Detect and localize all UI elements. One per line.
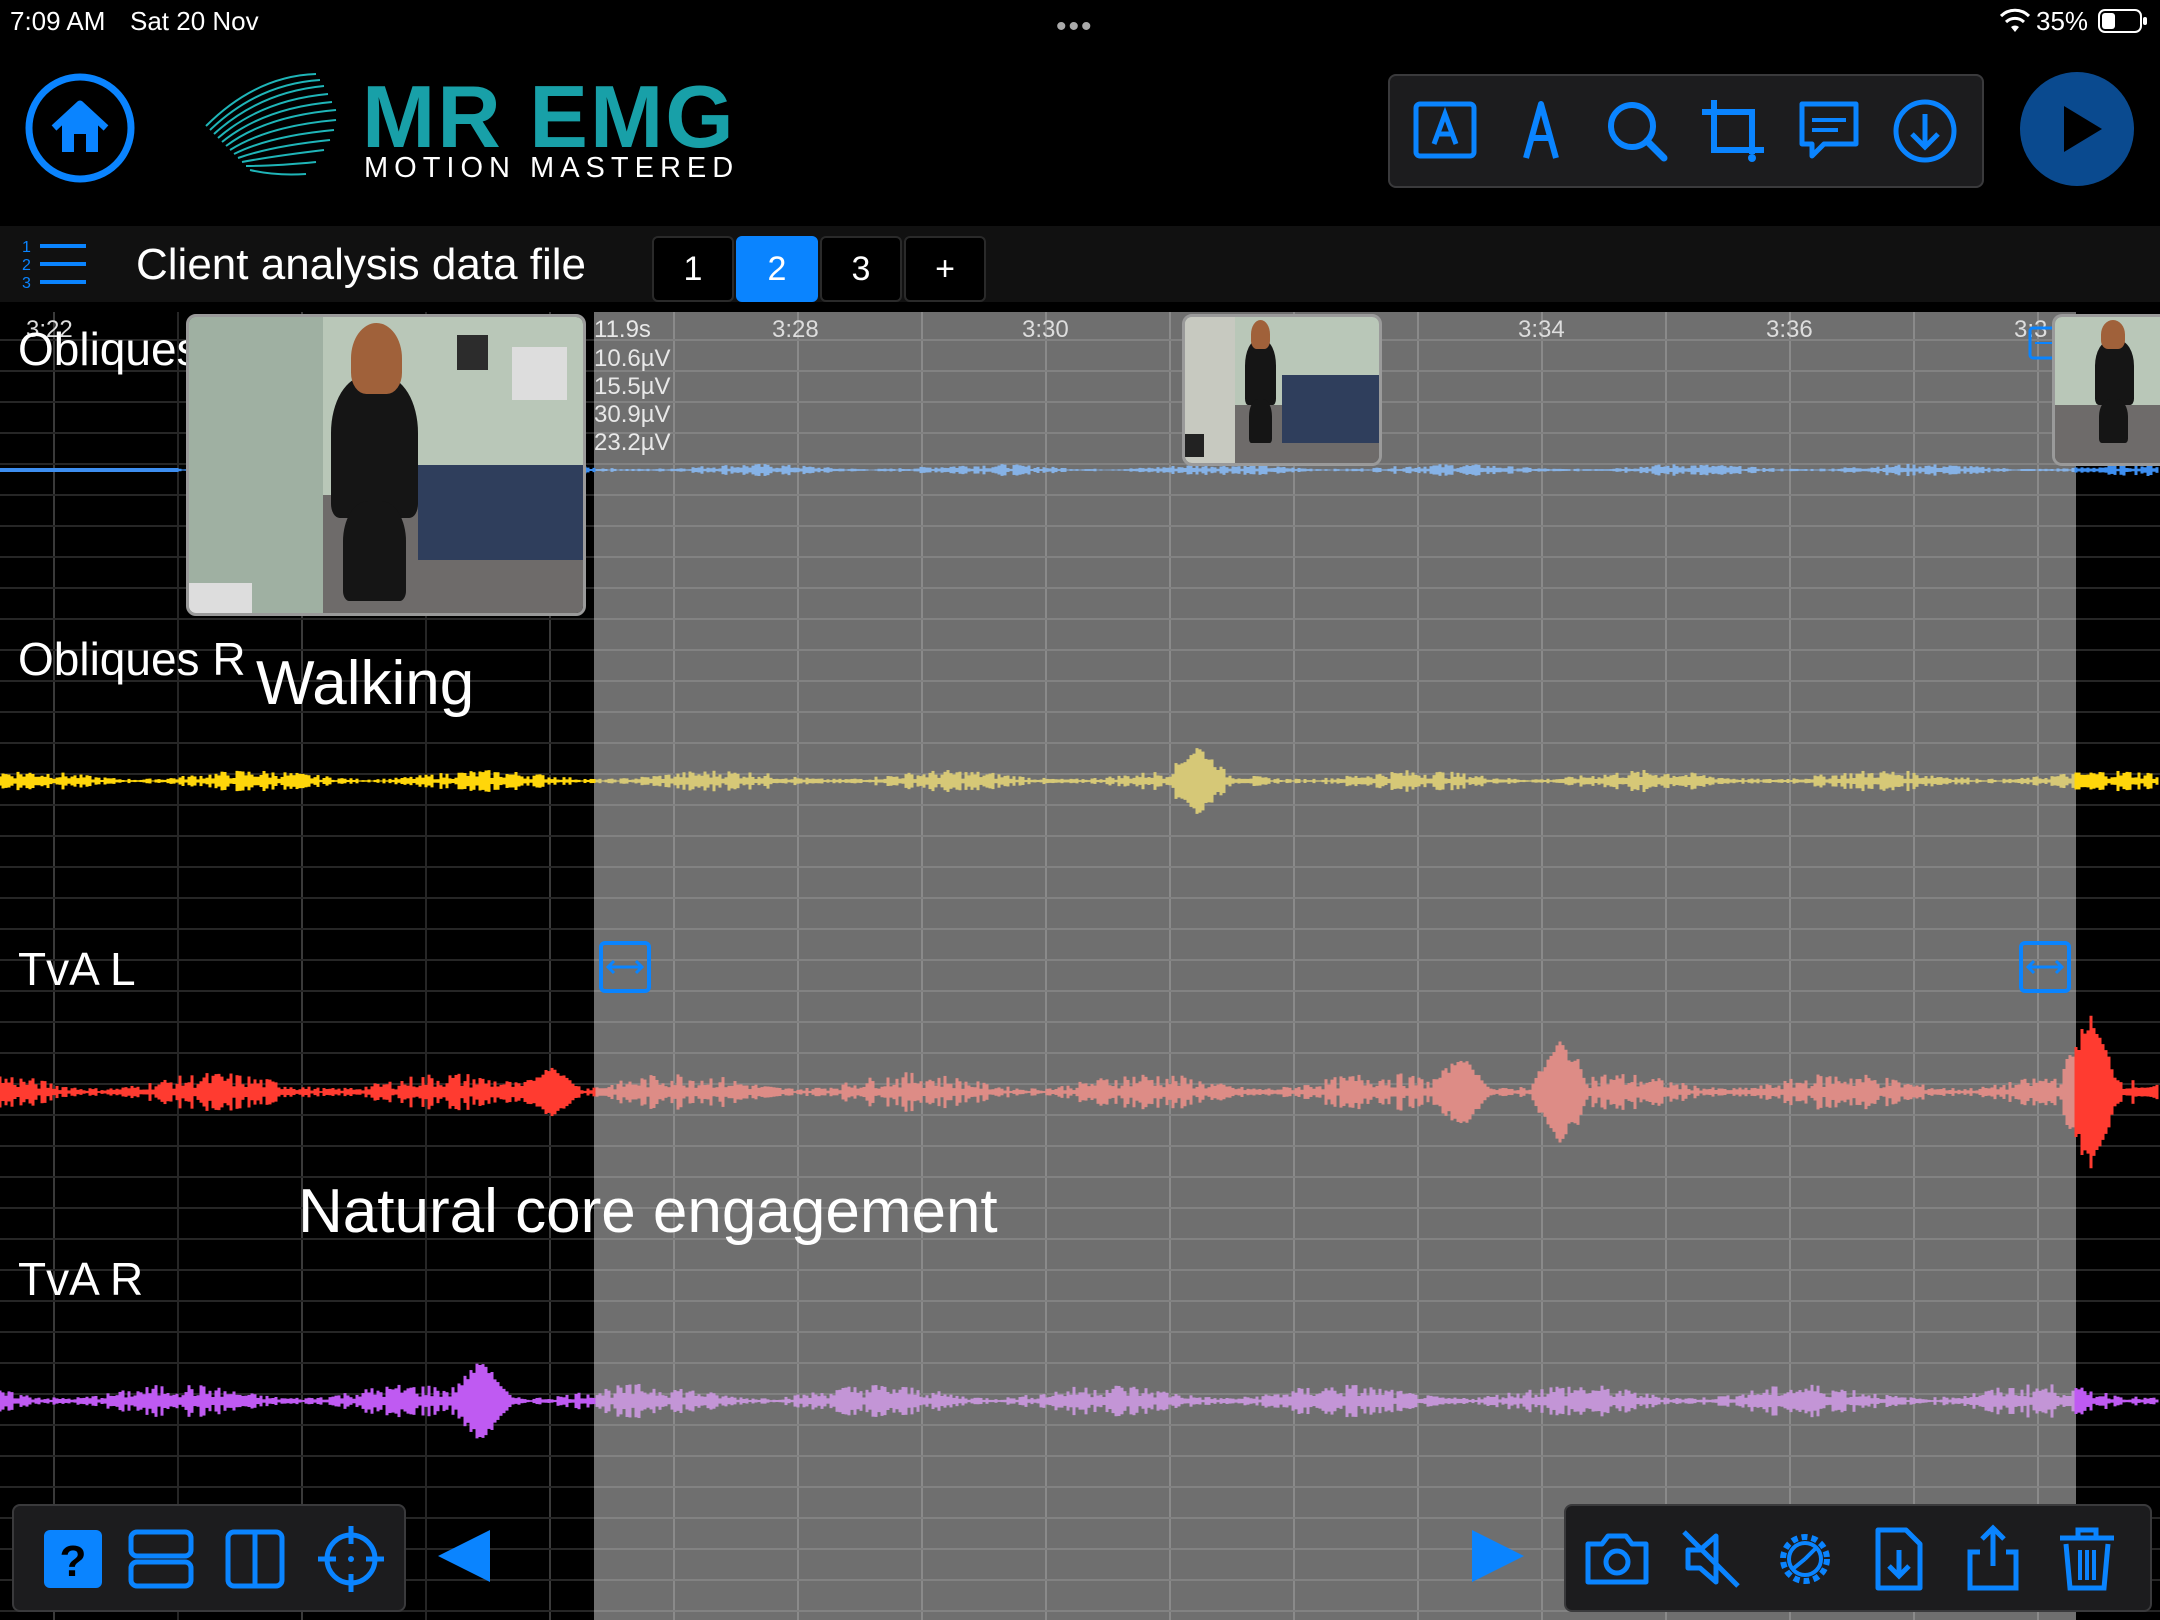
video-thumbnail[interactable]	[186, 314, 586, 616]
status-date: Sat 20 Nov	[130, 6, 259, 36]
channel-label-tva-l[interactable]: TvA L	[18, 942, 136, 996]
search-icon	[1608, 102, 1668, 162]
selection-start-handle[interactable]	[598, 940, 652, 994]
tab-2[interactable]: 2	[736, 236, 818, 302]
settings-button[interactable]	[1770, 1524, 1840, 1594]
camera-icon	[1585, 1533, 1649, 1585]
import-file-icon	[1875, 1527, 1923, 1591]
split-view-icon	[225, 1529, 285, 1589]
app-logo-subtitle: MOTION MASTERED	[364, 152, 740, 184]
selection-region	[594, 312, 2076, 1620]
settings-icon	[1780, 1534, 1830, 1584]
battery-icon	[2098, 8, 2148, 34]
channel-label-tva-r[interactable]: TvA R	[18, 1252, 143, 1306]
help-button[interactable]: ?	[38, 1524, 108, 1594]
download-icon	[1893, 99, 1957, 163]
numbered-list-icon: 1 2 3	[22, 239, 86, 292]
trash-icon	[2060, 1527, 2114, 1591]
video-thumbnail[interactable]	[1182, 314, 1382, 466]
previous-icon	[438, 1530, 490, 1582]
import-file-button[interactable]	[1864, 1524, 1934, 1594]
search-button[interactable]	[1602, 96, 1672, 166]
timeline-tick: 3:34	[1518, 316, 1565, 343]
split-view-button[interactable]	[220, 1524, 290, 1594]
camera-button[interactable]	[1582, 1524, 1652, 1594]
multitasking-dots[interactable]: •••	[1056, 10, 1094, 44]
tab-1[interactable]: 1	[652, 236, 734, 302]
svg-text:1: 1	[22, 239, 31, 256]
pen-button[interactable]	[1506, 96, 1576, 166]
svg-text:?: ?	[60, 1537, 87, 1586]
home-icon	[25, 73, 135, 183]
tab-3[interactable]: 3	[820, 236, 902, 302]
video-thumbnail[interactable]	[2052, 314, 2160, 466]
battery-percent: 35%	[2036, 6, 2089, 36]
selection-end-handle[interactable]	[2018, 940, 2072, 994]
target-icon	[318, 1526, 384, 1592]
play-icon	[2020, 72, 2134, 186]
target-button[interactable]	[316, 1524, 386, 1594]
mute-icon	[1682, 1530, 1740, 1588]
svg-text:2: 2	[22, 257, 31, 274]
text-annotation-button[interactable]	[1410, 96, 1480, 166]
add-tab-button[interactable]: +	[904, 236, 986, 302]
share-icon	[1967, 1524, 2019, 1591]
play-button[interactable]	[2020, 72, 2134, 186]
timeline-tick: 3:28	[772, 316, 819, 343]
selection-duration: 11.9s	[594, 316, 651, 343]
comment-button[interactable]	[1794, 96, 1864, 166]
annotation-walking[interactable]: Walking	[256, 648, 474, 719]
file-title: Client analysis data file	[136, 240, 587, 289]
svg-text:3: 3	[22, 275, 31, 292]
crop-icon	[1702, 100, 1764, 162]
wifi-icon	[1999, 8, 2031, 34]
help-icon: ?	[44, 1530, 102, 1588]
mute-button[interactable]	[1676, 1524, 1746, 1594]
download-button[interactable]	[1890, 96, 1960, 166]
delete-button[interactable]	[2052, 1524, 2122, 1594]
crop-button[interactable]	[1698, 96, 1768, 166]
top-toolbar	[1388, 74, 1984, 188]
status-time: 7:09 AM	[10, 6, 106, 36]
next-icon	[1472, 1530, 1524, 1582]
stacked-view-button[interactable]	[126, 1524, 196, 1594]
readout-value: 23.2µV	[594, 429, 671, 456]
bottom-left-toolbar: ?	[12, 1504, 406, 1612]
channel-list-button[interactable]: 1 2 3	[22, 236, 90, 292]
annotation-core[interactable]: Natural core engagement	[298, 1176, 998, 1247]
previous-button[interactable]	[432, 1524, 496, 1588]
comment-icon	[1799, 101, 1859, 159]
channel-label-obliques-r[interactable]: Obliques R	[18, 632, 246, 686]
timeline-tick: 3:36	[1766, 316, 1813, 343]
readout-value: 15.5µV	[594, 373, 671, 400]
share-button[interactable]	[1958, 1524, 2028, 1594]
next-button[interactable]	[1466, 1524, 1530, 1588]
home-button[interactable]	[24, 72, 136, 184]
readout-value: 30.9µV	[594, 401, 671, 428]
bottom-right-toolbar	[1564, 1504, 2152, 1612]
text-annotation-icon	[1413, 101, 1477, 159]
resize-handle-icon	[599, 941, 651, 993]
stacked-view-icon	[128, 1529, 194, 1589]
resize-handle-icon	[2019, 941, 2071, 993]
timeline-tick: 3:30	[1022, 316, 1069, 343]
readout-value: 10.6µV	[594, 345, 671, 372]
app-logo-icon	[196, 66, 346, 190]
pen-icon	[1523, 101, 1559, 159]
